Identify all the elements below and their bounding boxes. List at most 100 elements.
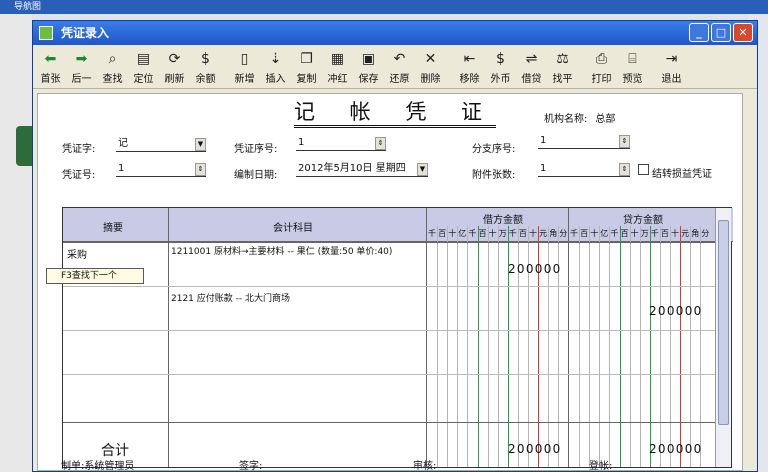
credit-digit-header: 十 (590, 229, 599, 238)
col-summary: 摘要 (103, 223, 123, 234)
debit-digit-line (487, 226, 489, 467)
credit-digit-line (649, 226, 651, 467)
col-credit: 贷方金额 (623, 215, 663, 226)
footer-post: 登帐: (589, 461, 613, 472)
spinner-icon[interactable]: ⇕ (375, 137, 386, 150)
credit-digit-header: 十 (630, 229, 639, 238)
seq-label: 凭证序号: (234, 144, 278, 155)
debit-digit-line (497, 226, 499, 467)
debit-credit-icon: ⇌ (525, 51, 538, 67)
seq-stepper[interactable]: 1 ⇕ (296, 136, 386, 151)
no-stepper[interactable]: 1 ⇕ (116, 162, 206, 177)
new-icon: ▯ (240, 51, 249, 67)
scroll-thumb[interactable] (718, 220, 729, 425)
credit-digit-header: 分 (701, 229, 710, 238)
app-title-strip: 导航图 (0, 0, 768, 14)
balance-check-button[interactable]: ⚖ 找平 (547, 46, 578, 88)
debit-digit-header: 千 (428, 229, 436, 238)
debit-digit-header: 十 (448, 229, 457, 238)
debit-digit-header: 千 (508, 229, 517, 238)
attach-stepper[interactable]: 1 ⇕ (538, 162, 630, 177)
col-debit: 借方金额 (483, 215, 523, 226)
refresh-button[interactable]: ⟳ 刷新 (159, 46, 190, 88)
copy-icon: ❐ (300, 51, 313, 67)
locate-button[interactable]: ▤ 定位 (128, 46, 159, 88)
debit-digit-header: 角 (549, 229, 558, 238)
window-title: 凭证录入 (61, 26, 110, 40)
credit-digit-header: 千 (570, 229, 578, 238)
credit-digit-line (670, 226, 671, 467)
debit-digit-line (447, 226, 449, 467)
debit-digit-header: 分 (559, 229, 568, 238)
carry-checkbox[interactable] (638, 164, 649, 175)
undo-button[interactable]: ↶ 还原 (384, 46, 415, 88)
next-button[interactable]: ➡ 后一 (66, 46, 97, 88)
currency-button[interactable]: $ 外币 (485, 46, 516, 88)
balance-check-icon: ⚖ (556, 51, 569, 67)
find-button[interactable]: ⌕ 查找 (97, 46, 128, 88)
maximize-button[interactable]: □ (711, 23, 731, 42)
debit-digit-header: 百 (478, 229, 487, 238)
arrow-right-icon: ➡ (75, 51, 88, 67)
close-button[interactable]: ✕ (733, 23, 753, 42)
first-button[interactable]: ⬅ 首张 (35, 46, 66, 88)
arrow-left-icon: ⬅ (44, 51, 57, 67)
chevron-down-icon[interactable]: ▼ (195, 138, 206, 151)
delete-icon: ✕ (424, 51, 437, 67)
spinner-icon[interactable]: ⇕ (195, 163, 206, 176)
debit-digit-line (477, 226, 479, 467)
credit-digit-header: 十 (671, 229, 679, 238)
save-icon: ▣ (361, 51, 376, 67)
credit-digit-header: 元 (681, 229, 690, 238)
credit-digit-line (579, 226, 581, 467)
delete-button[interactable]: ✕ 删除 (415, 46, 446, 88)
debit-digit-header: 亿 (458, 229, 467, 238)
credit-digit-line (599, 226, 601, 467)
chevron-down-icon[interactable]: ▼ (417, 163, 428, 176)
save-button[interactable]: ▣ 保存 (353, 46, 384, 88)
branch-stepper[interactable]: 1 ⇕ (538, 134, 630, 149)
new-button[interactable]: ▯ 新增 (229, 46, 260, 88)
debit-digit-header: 十 (529, 229, 537, 238)
word-select[interactable]: 记 ▼ (116, 137, 206, 152)
row-debit: 200000 (508, 262, 562, 276)
remove-icon: ⇤ (463, 51, 476, 67)
footer-audit: 审核: (413, 461, 437, 472)
remove-button[interactable]: ⇤ 移除 (454, 46, 485, 88)
attach-label: 附件张数: (472, 170, 516, 181)
credit-digit-line (680, 226, 682, 467)
print-icon: ⎙ (595, 51, 608, 67)
voucher-heading: 记 帐 凭 证 (294, 100, 497, 128)
debit-credit-button[interactable]: ⇌ 借贷 (516, 46, 547, 88)
footer-sign: 签字: (239, 461, 263, 472)
debit-digit-header: 百 (438, 229, 447, 238)
reverse-button[interactable]: ▦ 冲红 (322, 46, 353, 88)
date-label: 编制日期: (234, 170, 278, 181)
carry-label: 结转损益凭证 (652, 169, 712, 180)
credit-digit-header: 千 (610, 229, 619, 238)
total-debit: 200000 (508, 442, 562, 456)
print-button[interactable]: ⎙ 打印 (586, 46, 617, 88)
credit-digit-header: 亿 (600, 229, 609, 238)
copy-button[interactable]: ❐ 复制 (291, 46, 322, 88)
credit-digit-line (659, 226, 661, 467)
debit-digit-header: 十 (488, 229, 497, 238)
title-bar[interactable]: 凭证录入 _ □ ✕ (33, 21, 757, 45)
debit-digit-header: 元 (539, 229, 548, 238)
spinner-icon[interactable]: ⇕ (619, 135, 630, 148)
tooltip: F3查找下一个 (46, 268, 144, 284)
minimize-button[interactable]: _ (689, 23, 709, 42)
credit-digit-header: 千 (650, 229, 659, 238)
balance-button[interactable]: $ 余额 (190, 46, 221, 88)
exit-button[interactable]: ⇥ 退出 (656, 46, 687, 88)
credit-digit-line (690, 226, 692, 467)
row-credit: 200000 (649, 304, 703, 318)
insert-button[interactable]: ⇣ 插入 (260, 46, 291, 88)
preview-button[interactable]: ⌸ 预览 (617, 46, 648, 88)
date-picker[interactable]: 2012年5月10日 星期四 ▼ (296, 162, 428, 177)
credit-digit-line (639, 226, 641, 467)
credit-digit-header: 百 (580, 229, 589, 238)
grid-scrollbar[interactable] (715, 208, 731, 467)
credit-digit-header: 百 (620, 229, 629, 238)
spinner-icon[interactable]: ⇕ (619, 163, 630, 176)
